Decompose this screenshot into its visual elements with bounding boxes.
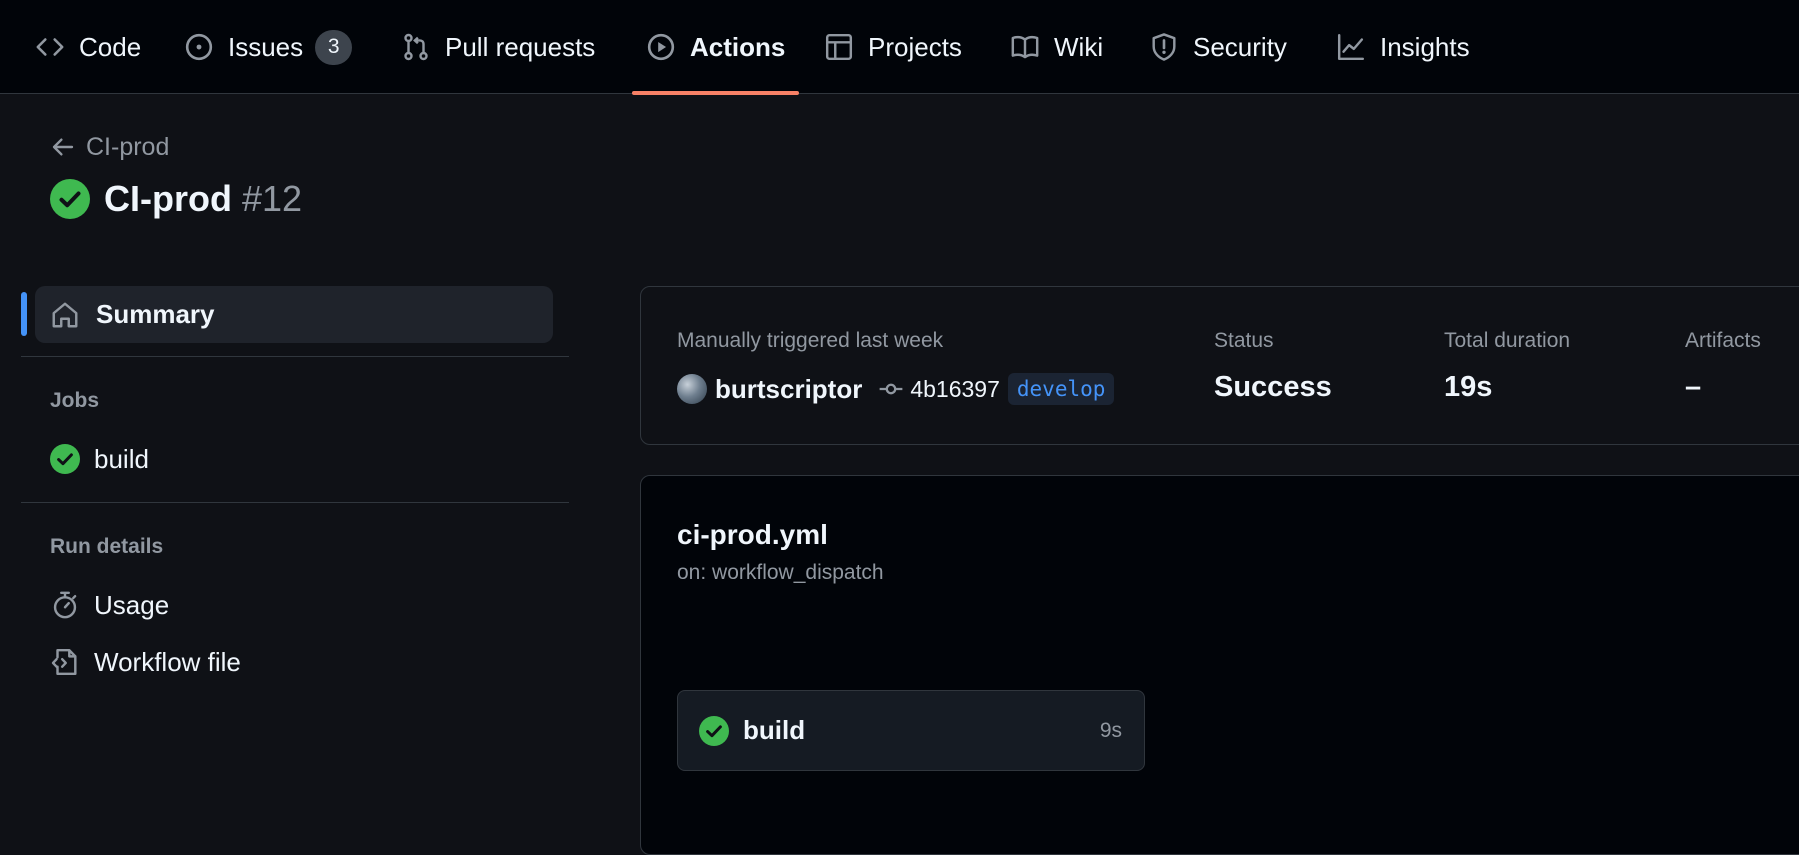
actor-link[interactable]: burtscriptor [715, 374, 862, 405]
jobs-heading: Jobs [50, 389, 100, 412]
job-node-build[interactable]: build 9s [677, 690, 1145, 771]
duration-label: Total duration [1444, 329, 1571, 352]
code-icon [36, 38, 64, 56]
back-to-workflow-link[interactable]: CI-prod [50, 132, 169, 162]
status-value: Success [1214, 371, 1332, 403]
file-code-icon [51, 648, 77, 676]
artifacts-label: Artifacts [1685, 329, 1761, 352]
job-name: build [743, 715, 806, 745]
duration-value: 19s [1444, 371, 1493, 403]
back-link-label: CI-prod [86, 132, 170, 161]
artifacts-value: – [1685, 371, 1702, 403]
repo-nav: Code Issues 3 Pull requests Actions Proj… [0, 0, 1799, 95]
sidebar-item-workflow-file-label: Workflow file [94, 646, 241, 677]
tab-projects[interactable]: Projects [824, 0, 962, 94]
check-circle-fill-icon [699, 715, 729, 746]
run-details-heading: Run details [50, 535, 164, 558]
git-pull-request-icon [404, 33, 428, 61]
job-duration: 9s [1099, 718, 1122, 742]
tab-insights-label: Insights [1380, 31, 1470, 62]
tab-pull-requests[interactable]: Pull requests [401, 0, 595, 94]
run-summary-card: Manually triggered last week burtscripto… [640, 286, 1799, 445]
issue-opened-icon [185, 33, 213, 61]
issues-count-badge: 3 [315, 29, 353, 65]
sidebar-active-indicator [21, 292, 27, 336]
tab-wiki-label: Wiki [1054, 31, 1104, 62]
sidebar-divider [21, 356, 569, 357]
tab-security-label: Security [1193, 31, 1287, 62]
sidebar-item-summary-label: Summary [96, 299, 215, 329]
tab-actions[interactable]: Actions [631, 0, 800, 95]
tab-pull-requests-label: Pull requests [445, 31, 596, 62]
sidebar-item-usage-label: Usage [94, 589, 170, 620]
shield-icon [1152, 33, 1176, 61]
tab-actions-label: Actions [690, 31, 786, 62]
page-title: CI-prod #12 [50, 176, 302, 222]
table-icon [825, 33, 853, 61]
tab-code-label: Code [79, 31, 142, 62]
sidebar-item-job-build[interactable]: build [50, 442, 149, 476]
status-label: Status [1214, 329, 1274, 352]
book-icon [1011, 35, 1039, 59]
home-icon [52, 302, 78, 327]
tab-code[interactable]: Code [35, 0, 141, 94]
sidebar-item-job-label: build [94, 443, 149, 474]
tab-issues-label: Issues [228, 31, 304, 62]
arrow-left-icon [52, 138, 74, 156]
stopwatch-icon [53, 591, 77, 619]
sidebar-item-summary[interactable]: Summary [35, 286, 553, 343]
workflow-trigger: on: workflow_dispatch [677, 561, 884, 584]
graph-icon [1337, 33, 1365, 61]
tab-security[interactable]: Security [1149, 0, 1287, 94]
run-number: #12 [241, 178, 303, 219]
tab-wiki[interactable]: Wiki [1010, 0, 1103, 94]
play-icon [647, 33, 675, 61]
workflow-file-name: ci-prod.yml [677, 519, 828, 550]
tab-projects-label: Projects [868, 31, 962, 62]
trigger-details: burtscriptor 4b16397 develop [677, 371, 1115, 407]
avatar[interactable] [677, 374, 707, 404]
git-commit-icon [879, 383, 903, 395]
tab-issues[interactable]: Issues 3 [184, 0, 353, 94]
sidebar-item-usage[interactable]: Usage [50, 588, 169, 622]
sidebar-divider [21, 502, 569, 503]
check-circle-fill-icon [50, 179, 90, 219]
tab-insights[interactable]: Insights [1336, 0, 1470, 94]
workflow-graph-card: ci-prod.yml on: workflow_dispatch build … [640, 475, 1799, 855]
commit-sha-link[interactable]: 4b16397 [910, 376, 1000, 403]
workflow-title: CI-prod [104, 178, 232, 219]
check-circle-fill-icon [50, 444, 80, 474]
sidebar-item-workflow-file[interactable]: Workflow file [50, 645, 241, 679]
trigger-text: Manually triggered last week [677, 329, 944, 352]
branch-label[interactable]: develop [1007, 373, 1115, 405]
